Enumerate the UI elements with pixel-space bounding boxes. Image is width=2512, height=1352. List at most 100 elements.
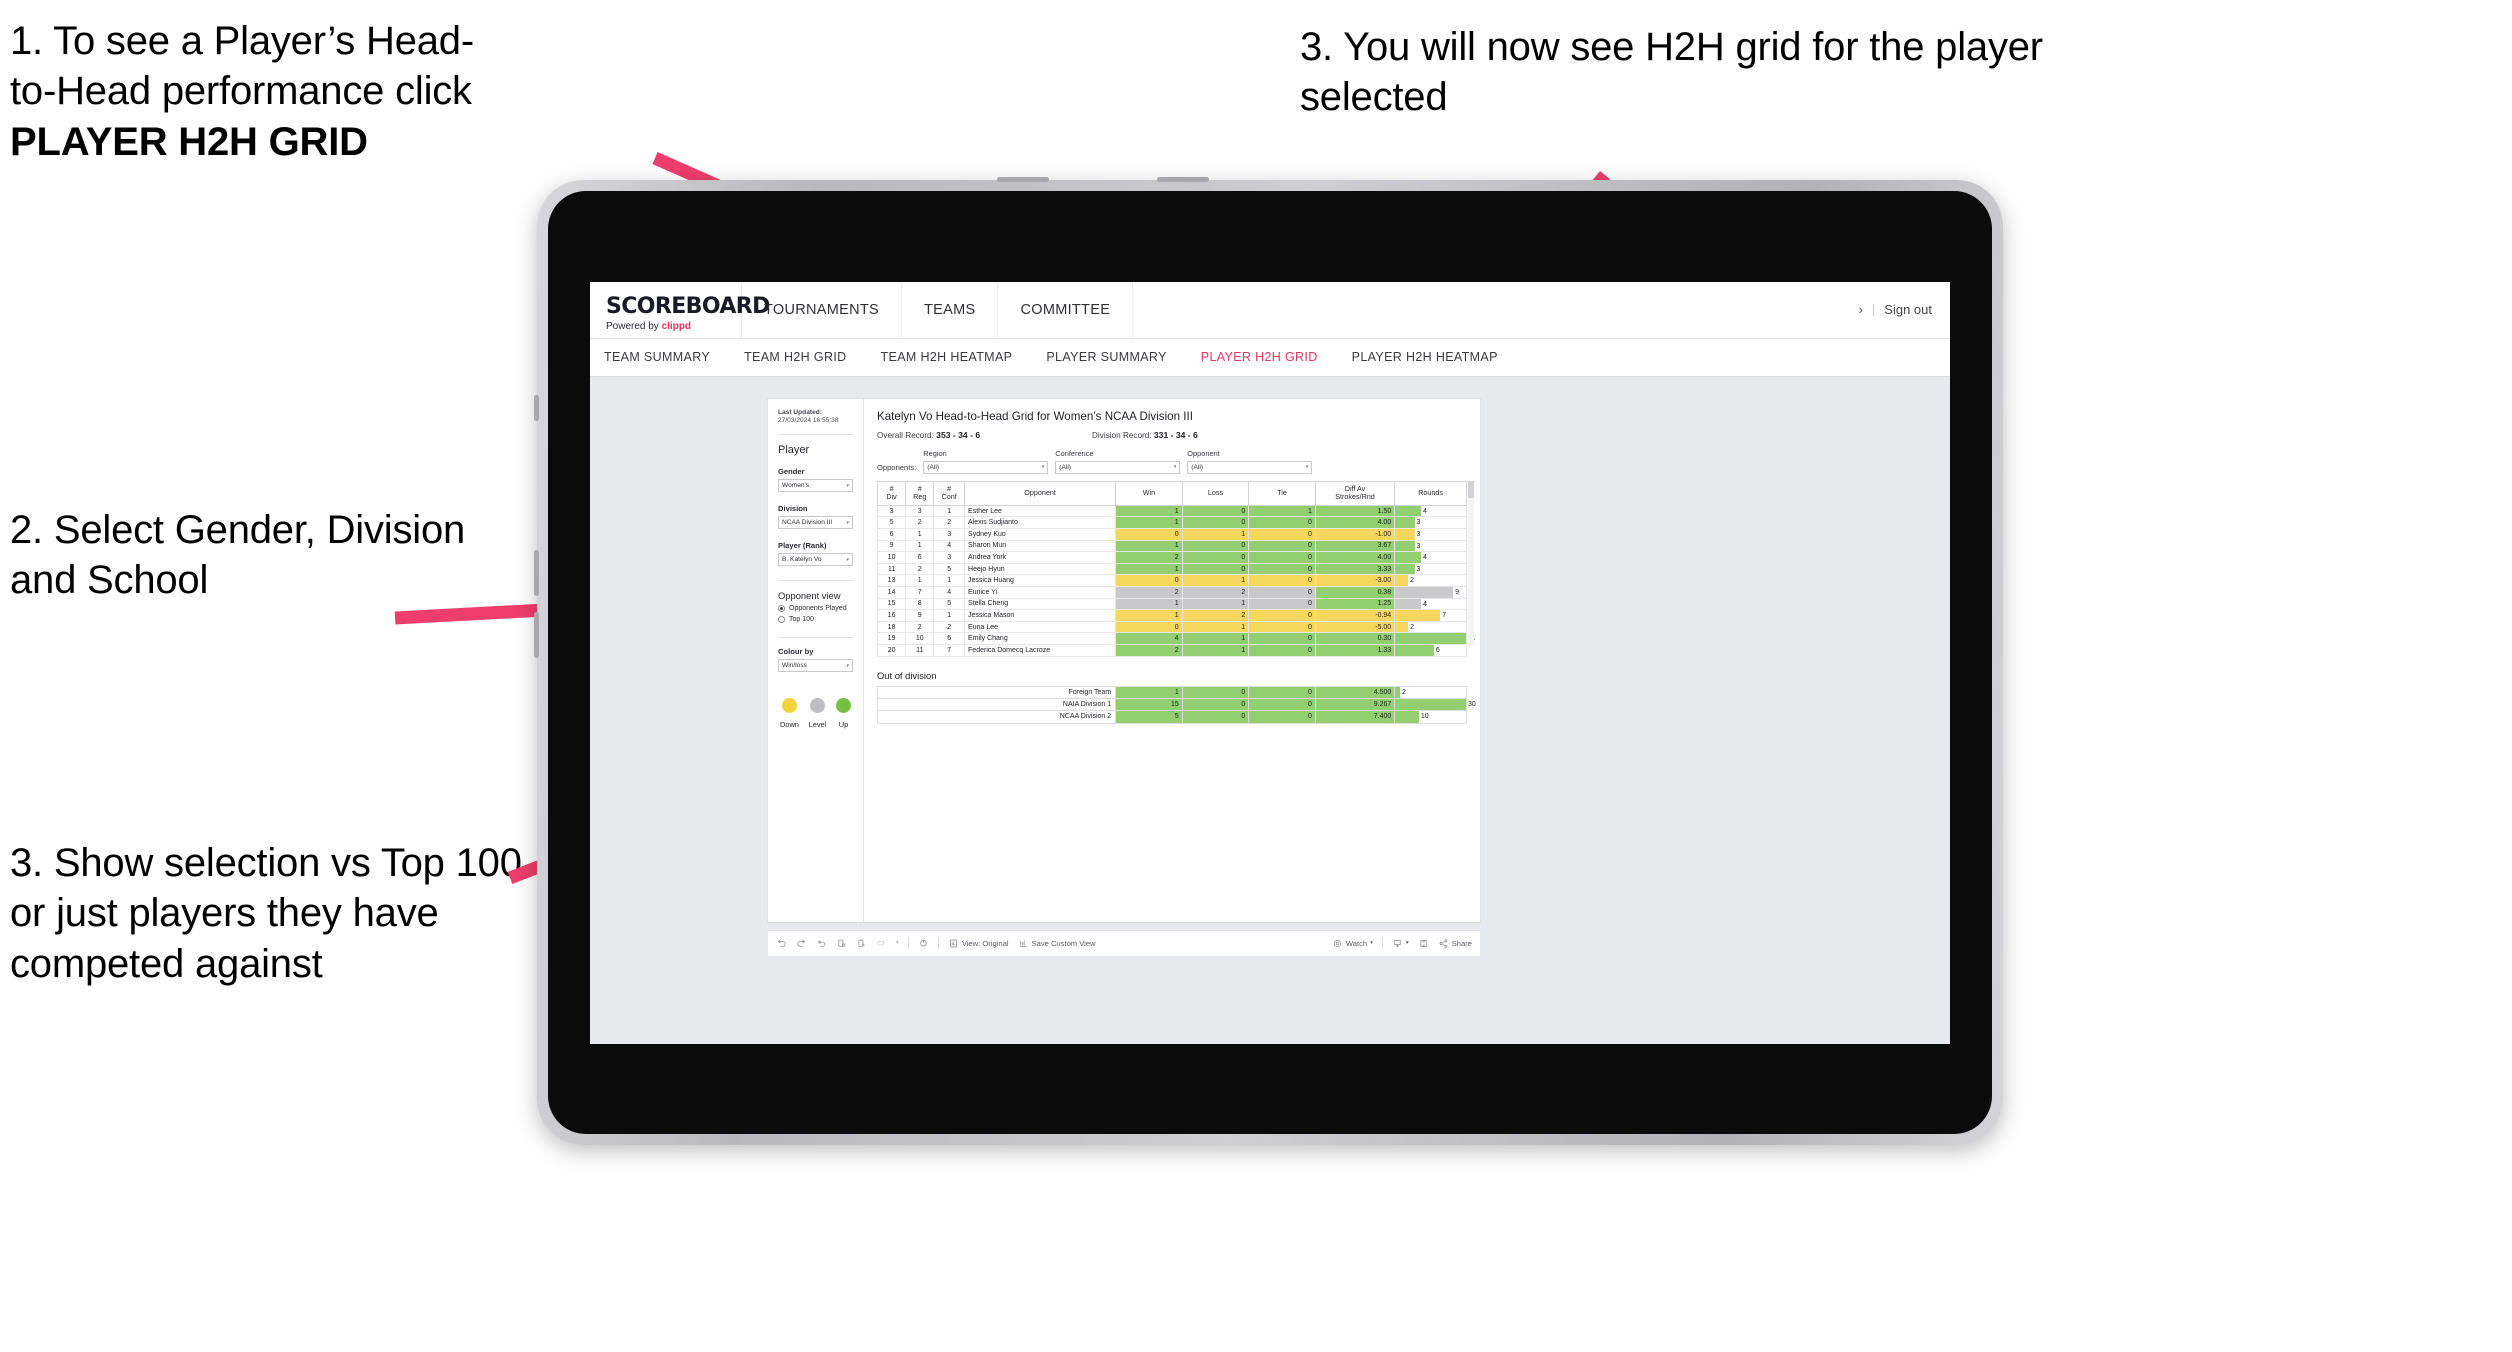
rounds-value: 4	[1422, 554, 1427, 562]
gender-select[interactable]: Women's ▾	[778, 479, 853, 493]
table-row[interactable]: 19106Emily Chang4100.3011	[876, 632, 1475, 645]
tab-team-h2h-heatmap[interactable]: TEAM H2H HEATMAP	[881, 350, 1013, 364]
pause-auto-update-icon[interactable]	[918, 938, 929, 949]
annotation-1-line2: to-Head performance click	[10, 69, 472, 114]
cell-div: 14	[876, 586, 907, 599]
th-div-line2: Div	[886, 492, 897, 502]
cell-rounds: 3	[1394, 516, 1467, 529]
cell-rounds: 11	[1394, 632, 1475, 645]
region-select[interactable]: (All) ▾	[923, 460, 1049, 474]
topnav-item-teams[interactable]: TEAMS	[902, 281, 999, 338]
chevron-down-icon: ▾	[1370, 940, 1373, 946]
cell-tie: 0	[1248, 632, 1316, 645]
table-row[interactable]: 20 11 7 Federica Domecq Lacroze 2 1 0 1.33 6	[876, 644, 1467, 657]
table-row[interactable]: 9 1 4 Sharon Mun 1 0 0 3.67 3	[876, 540, 1467, 553]
rounds-value: 30	[1468, 700, 1476, 708]
cell-conf: 3	[933, 528, 966, 541]
cell-diff: 7.400	[1314, 710, 1396, 724]
cell-diff: 4.500	[1314, 685, 1396, 699]
division-select[interactable]: NCAA Division III ▾	[778, 516, 853, 530]
rounds-bar	[1395, 610, 1441, 621]
th-diff-line1: Diff Av	[1344, 483, 1366, 493]
table-row[interactable]: 5 2 2 Alexis Sudjianto 1 0 0 4.00 3	[876, 516, 1467, 529]
colour-by-select[interactable]: Win/loss ▾	[778, 659, 853, 673]
top-button-left	[997, 177, 1049, 182]
topnav-item-tournaments[interactable]: TOURNAMENTS	[742, 281, 903, 338]
revert-icon[interactable]	[816, 938, 827, 949]
tab-player-h2h-grid[interactable]: PLAYER H2H GRID	[1201, 350, 1318, 364]
cell-win: 1	[1115, 685, 1183, 699]
save-custom-view-button[interactable]: Save Custom View	[1018, 938, 1096, 949]
table-row[interactable]: 16 9 1 Jessica Mason 1 2 0 -0.94 7	[876, 609, 1467, 622]
table-row[interactable]: 15 8 5 Stella Cheng 1 1 0 1.25 4	[876, 598, 1467, 611]
tab-team-summary[interactable]: TEAM SUMMARY	[604, 350, 710, 364]
watch-button[interactable]: Watch ▾	[1332, 938, 1373, 949]
radio-top-100[interactable]: Top 100	[778, 616, 853, 624]
chevron-down-icon[interactable]: ▾	[896, 940, 899, 946]
cell-conf: 1	[933, 574, 966, 587]
refresh-data-icon[interactable]	[836, 938, 847, 949]
sidebar-player-heading: Player	[778, 444, 810, 457]
table-head: # Div # Reg # Conf Opponent Win Loss Tie Di…	[876, 480, 1467, 506]
tab-team-h2h-grid[interactable]: TEAM H2H GRID	[744, 350, 846, 364]
th-tie: Tie	[1248, 480, 1316, 506]
opponent-select[interactable]: (All) ▾	[1187, 460, 1313, 474]
gender-filter: Gender Women's ▾	[778, 467, 853, 493]
tab-player-summary[interactable]: PLAYER SUMMARY	[1046, 350, 1166, 364]
redo-icon[interactable]	[796, 938, 807, 949]
legend-item-up: Up	[835, 698, 851, 729]
download-button[interactable]: ▾	[1392, 938, 1409, 949]
colour-legend: Down Level Up	[778, 698, 853, 729]
table-row[interactable]: 11 2 5 Heejo Hyun 1 0 0 3.33 3	[876, 563, 1467, 576]
chevron-right-icon[interactable]: ›	[1859, 302, 1863, 317]
records-row: Overall Record: 353 - 34 - 6 Division Re…	[877, 430, 1467, 440]
table-row[interactable]: 13 1 1 Jessica Huang 0 1 0 -3.00 2	[876, 574, 1467, 587]
cell-opponent: Sydney Kuo	[964, 528, 1117, 541]
tab-player-h2h-heatmap[interactable]: PLAYER H2H HEATMAP	[1352, 350, 1498, 364]
topnav-item-committee[interactable]: COMMITTEE	[998, 281, 1134, 338]
out-of-division-row[interactable]: NCAA Division 2 5 0 0 7.400 10	[876, 710, 1467, 724]
rounds-bar	[1395, 563, 1415, 575]
conference-value: (All)	[1059, 463, 1071, 471]
cell-conf: 2	[933, 621, 966, 634]
share-button[interactable]: Share	[1438, 938, 1472, 949]
player-rank-select[interactable]: B. Katelyn Vo ▾	[778, 553, 853, 567]
sidebar-divider-1	[778, 434, 853, 436]
table-row[interactable]: 6 1 3 Sydney Kuo 0 1 0 -1.00 3	[876, 528, 1467, 541]
rounds-value: 3	[1416, 530, 1421, 538]
th-conf-line1: #	[947, 483, 952, 493]
cell-div: 13	[876, 574, 907, 587]
out-of-division-row[interactable]: Foreign Team 1 0 0 4.500 2	[876, 685, 1467, 699]
fullscreen-icon[interactable]	[1418, 938, 1429, 949]
view-original-button[interactable]: View: Original	[948, 938, 1009, 949]
top-button-right	[1157, 177, 1209, 182]
chevron-down-icon: ▾	[846, 482, 849, 489]
table-row[interactable]: 14 7 4 Eunice Yi 2 2 0 0.38 9	[876, 586, 1467, 599]
cell-reg: 1	[905, 528, 935, 541]
table-scrollbar-thumb[interactable]	[1468, 480, 1474, 498]
device-layout-icon[interactable]	[876, 938, 887, 949]
sign-out-link[interactable]: Sign out	[1884, 302, 1932, 317]
sub-navigation: TEAM SUMMARY TEAM H2H GRID TEAM H2H HEAT…	[590, 338, 1950, 377]
pause-updates-icon[interactable]	[856, 938, 867, 949]
cell-loss: 0	[1181, 697, 1250, 712]
table-row[interactable]: 18 2 2 Euna Lee 0 1 0 -5.00 2	[876, 621, 1467, 634]
cell-tie: 1	[1248, 505, 1316, 518]
undo-icon[interactable]	[776, 938, 787, 949]
table-row[interactable]: 10 6 3 Andrea York 2 0 0 4.00 4	[876, 551, 1467, 564]
cell-win: 0	[1115, 574, 1183, 587]
cell-win: 1	[1115, 516, 1183, 529]
th-conf: # Conf	[933, 480, 966, 506]
cell-reg: 6	[905, 551, 935, 564]
cell-diff: -0.94	[1314, 609, 1396, 622]
rounds-value: 3	[1416, 519, 1421, 527]
conference-select[interactable]: (All) ▾	[1055, 460, 1181, 474]
cell-rounds: 4	[1394, 505, 1467, 518]
table-scrollbar[interactable]	[1468, 480, 1474, 645]
radio-opponents-played[interactable]: Opponents Played	[778, 605, 853, 613]
division-record-label: Division Record:	[1092, 430, 1152, 440]
legend-dot-up	[835, 698, 851, 714]
out-of-division-row[interactable]: NAIA Division 1 15 0 0 9.267 30	[876, 697, 1476, 712]
table-row[interactable]: 3 3 1 Esther Lee 1 0 1 1.50 4	[876, 505, 1467, 518]
cell-rounds: 9	[1394, 586, 1467, 599]
